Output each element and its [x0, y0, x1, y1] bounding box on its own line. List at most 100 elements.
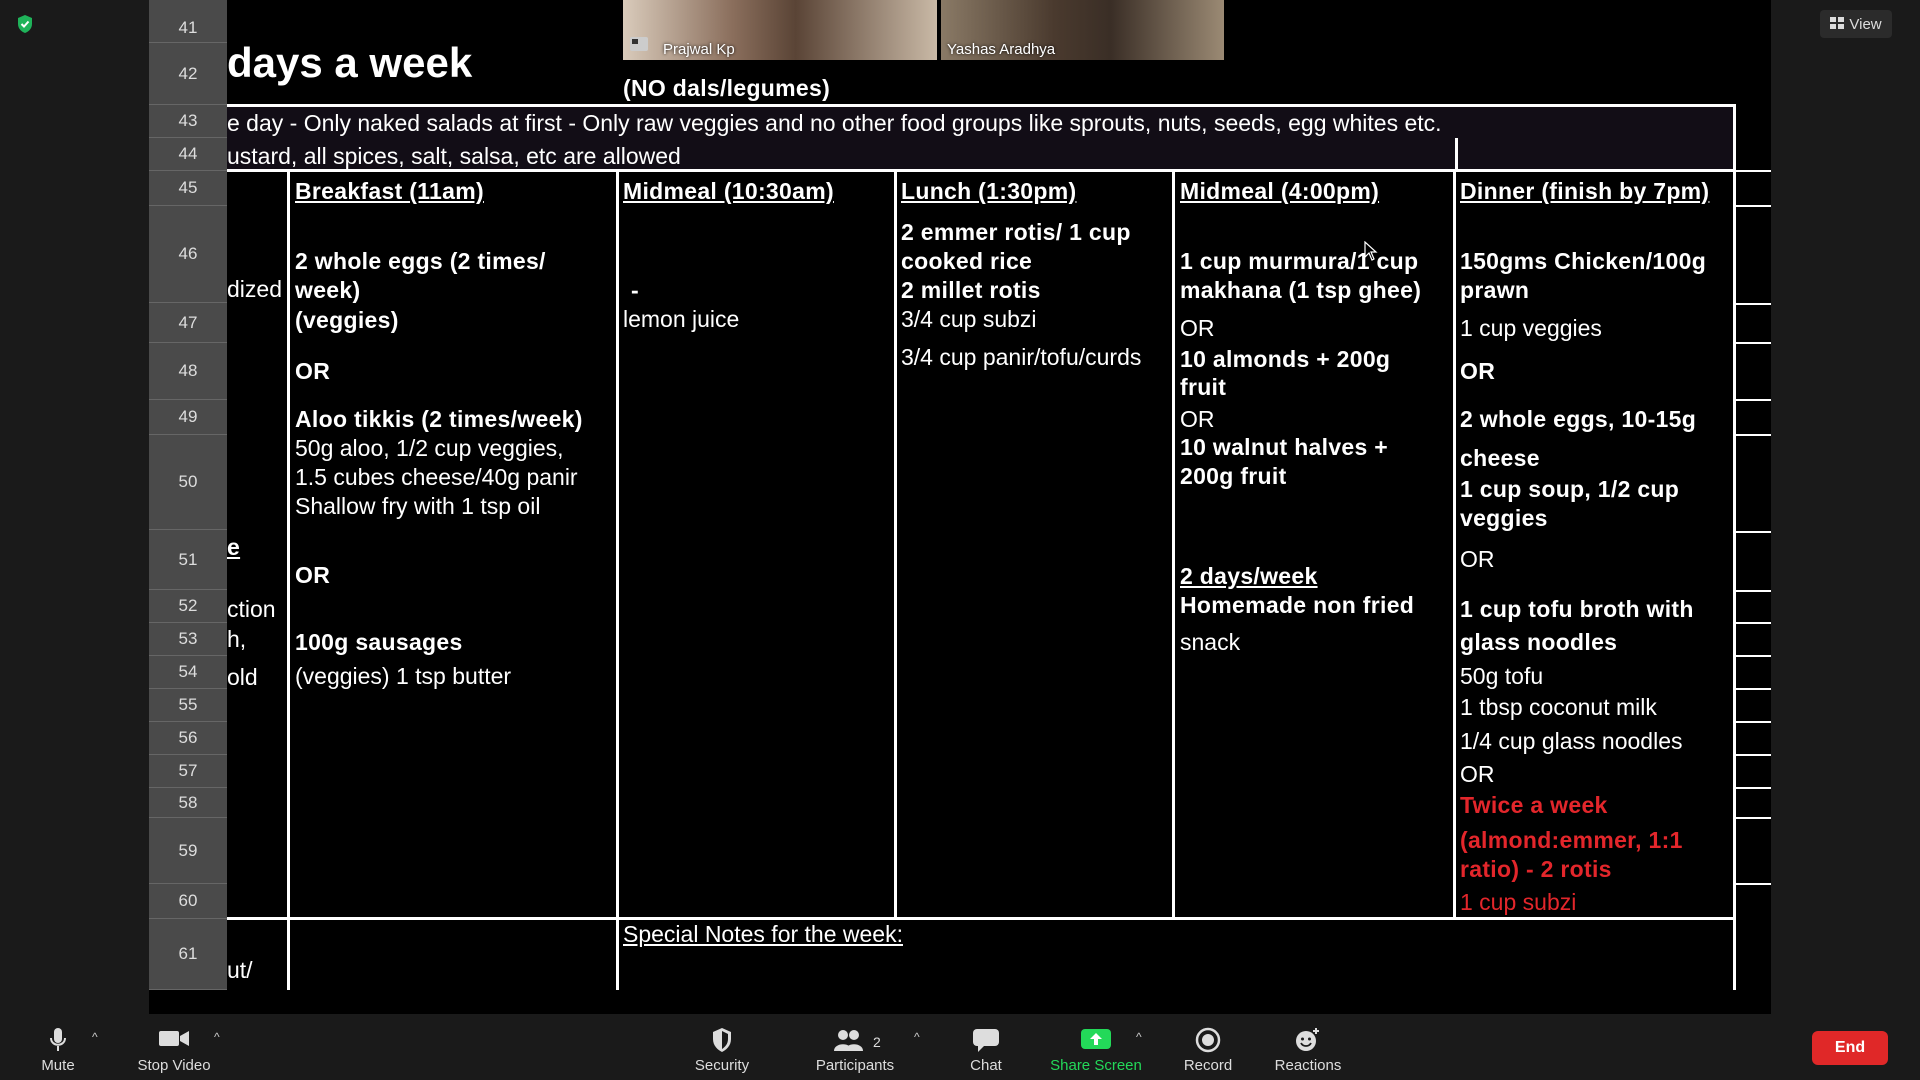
mouse-cursor-icon	[1364, 240, 1378, 266]
midmeal-1-header: Midmeal (10:30am)	[623, 178, 834, 204]
video-options-caret-icon[interactable]: ^	[214, 1030, 220, 1044]
col-line-4	[1172, 172, 1175, 918]
table-right-border	[1733, 104, 1736, 990]
chat-label: Chat	[970, 1057, 1002, 1074]
chat-bubble-icon	[966, 1027, 1006, 1053]
midmeal-2-line: 10 almonds + 200g	[1180, 346, 1391, 372]
breakfast-line: 1.5 cubes cheese/40g panir	[295, 464, 578, 490]
breakfast-header: Breakfast (11am)	[295, 178, 484, 204]
pin-icon[interactable]	[629, 36, 649, 57]
table-bottom-line	[227, 917, 1735, 920]
row-number: 45	[149, 171, 227, 206]
midmeal-2-line: 1 cup murmura/1 cup	[1180, 248, 1419, 274]
dinner-line: glass noodles	[1460, 629, 1618, 655]
video-tile-1[interactable]: Prajwal Kp	[623, 0, 937, 60]
participants-label: Participants	[815, 1057, 895, 1074]
cell-border-stub	[1735, 342, 1771, 344]
security-button[interactable]: Security	[690, 1027, 754, 1074]
smiley-reaction-icon	[1274, 1027, 1342, 1053]
row-number: 54	[149, 656, 227, 689]
reactions-label: Reactions	[1274, 1057, 1342, 1074]
plan-subtitle: (NO dals/legumes)	[623, 75, 831, 101]
dinner-or: OR	[1460, 761, 1495, 787]
row-number: 41	[149, 14, 227, 43]
cell-border-stub	[1735, 655, 1771, 657]
row-number: 47	[149, 303, 227, 343]
dinner-or: OR	[1460, 546, 1495, 572]
left-col-text: old	[227, 664, 258, 690]
meal-plan-sheet: days a week (NO dals/legumes) e day - On…	[227, 0, 1771, 990]
cell-border-stub	[1735, 399, 1771, 401]
row-number: 53	[149, 623, 227, 656]
view-label: View	[1849, 15, 1882, 33]
cell-border-stub	[1735, 170, 1771, 172]
participant-name: Prajwal Kp	[663, 41, 735, 58]
cell-border-stub	[1735, 622, 1771, 624]
cell-border-stub	[1735, 688, 1771, 690]
dinner-line: prawn	[1460, 277, 1530, 303]
row-number: 60	[149, 884, 227, 919]
record-label: Record	[1183, 1057, 1233, 1074]
midmeal-2-line: fruit	[1180, 374, 1227, 400]
microphone-icon	[38, 1027, 78, 1053]
share-screen-arrow-icon	[1050, 1027, 1142, 1053]
mute-button[interactable]: Mute	[38, 1027, 78, 1074]
left-col-text: h,	[227, 626, 247, 652]
col-line-3	[894, 172, 897, 918]
cell-border-stub	[1735, 754, 1771, 756]
dinner-header: Dinner (finish by 7pm)	[1460, 178, 1710, 204]
left-col-text: e	[227, 534, 241, 560]
left-col-text: dized	[227, 276, 282, 302]
row-number: 58	[149, 788, 227, 818]
dinner-highlight: 1 cup subzi	[1460, 889, 1577, 915]
dinner-line: 1 cup veggies	[1460, 315, 1602, 341]
record-button[interactable]: Record	[1182, 1027, 1234, 1074]
reactions-button[interactable]: Reactions	[1274, 1027, 1342, 1074]
dinner-highlight: Twice a week	[1460, 792, 1608, 818]
breakfast-line: (veggies) 1 tsp butter	[295, 663, 512, 689]
cell-border-stub	[1735, 787, 1771, 789]
shield-icon	[690, 1027, 754, 1053]
cell-border-stub	[1735, 303, 1771, 305]
row-number: 43	[149, 105, 227, 138]
cell-border-stub	[1735, 721, 1771, 723]
lunch-line: 2 emmer rotis/ 1 cup	[901, 219, 1131, 245]
dinner-line: 1 cup soup, 1/2 cup	[1460, 476, 1680, 502]
stop-video-button[interactable]: Stop Video	[134, 1027, 214, 1074]
video-camera-icon	[134, 1027, 214, 1053]
participants-button[interactable]: Participants	[810, 1027, 900, 1074]
lunch-line: cooked rice	[901, 248, 1033, 274]
share-screen-label: Share Screen	[1050, 1057, 1142, 1074]
share-options-caret-icon[interactable]: ^	[1136, 1030, 1142, 1044]
dinner-line: 1 cup tofu broth with	[1460, 596, 1694, 622]
midmeal-2-line: 200g fruit	[1180, 463, 1287, 489]
header-top-line	[227, 169, 1735, 172]
lunch-header: Lunch (1:30pm)	[901, 178, 1077, 204]
breakfast-or: OR	[295, 358, 331, 384]
record-icon	[1182, 1027, 1234, 1053]
left-col-text: ut/	[227, 957, 253, 983]
meeting-toolbar: Mute ^ Stop Video ^ Security Participant…	[0, 1014, 1920, 1080]
share-screen-button[interactable]: Share Screen	[1050, 1027, 1142, 1074]
participants-options-caret-icon[interactable]: ^	[914, 1030, 920, 1044]
row-number: 51	[149, 530, 227, 590]
video-tile-2[interactable]: Yashas Aradhya	[941, 0, 1224, 60]
encryption-shield-icon[interactable]	[16, 14, 34, 39]
row-number: 57	[149, 755, 227, 788]
cell-border-stub	[1735, 817, 1771, 819]
midmeal-2-line: snack	[1180, 629, 1241, 655]
breakfast-or: OR	[295, 562, 331, 588]
participant-name: Yashas Aradhya	[947, 41, 1056, 58]
row-number-column: 41 42 43 44 45 46 47 48 49 50 51 52 53 5…	[149, 0, 227, 990]
midmeal-2-or: OR	[1180, 406, 1215, 432]
end-meeting-button[interactable]: End	[1812, 1031, 1888, 1065]
view-button[interactable]: View	[1820, 10, 1892, 38]
breakfast-line: Aloo tikkis (2 times/week)	[295, 406, 583, 432]
breakfast-line: Shallow fry with 1 tsp oil	[295, 493, 541, 519]
chat-button[interactable]: Chat	[966, 1027, 1006, 1074]
audio-options-caret-icon[interactable]: ^	[92, 1030, 98, 1044]
midmeal-2-header: Midmeal (4:00pm)	[1180, 178, 1380, 204]
cell-border-stub	[1735, 590, 1771, 592]
breakfast-line: (veggies)	[295, 307, 399, 333]
dinner-highlight: (almond:emmer, 1:1	[1460, 827, 1683, 853]
